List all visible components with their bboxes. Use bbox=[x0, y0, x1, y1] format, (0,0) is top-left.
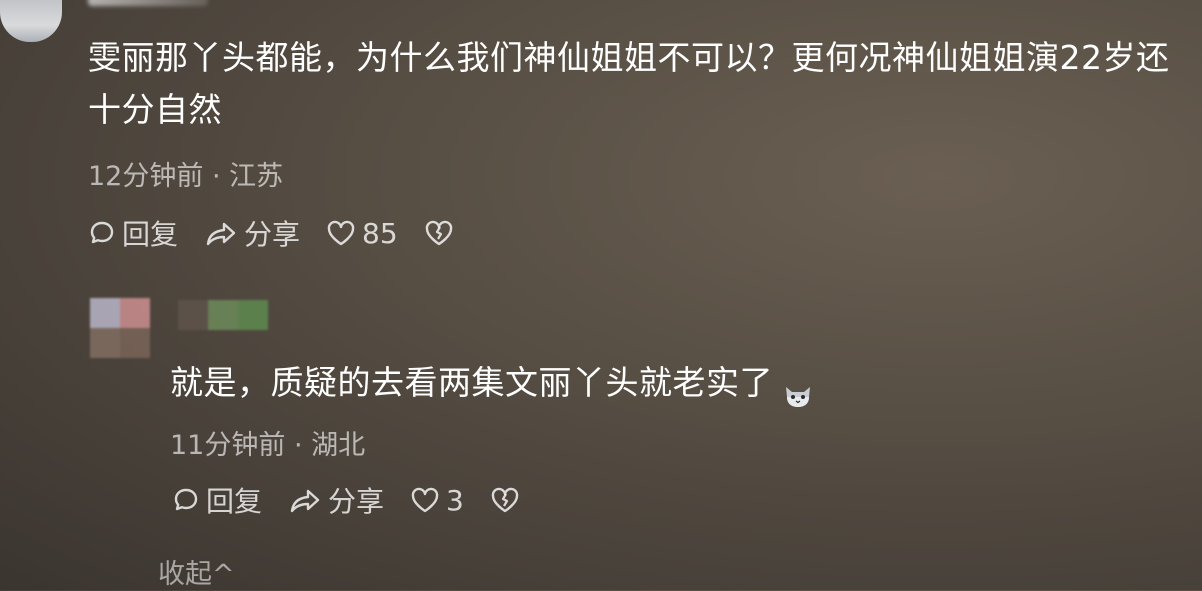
like-count: 85 bbox=[362, 216, 398, 250]
chat-bubble-icon bbox=[172, 486, 200, 514]
reply-label: 回复 bbox=[206, 485, 263, 518]
reply-button[interactable]: 回复 bbox=[88, 213, 178, 253]
share-label: 分享 bbox=[328, 485, 385, 518]
share-button[interactable]: 分享 bbox=[204, 213, 300, 253]
reply-username-blurred[interactable] bbox=[178, 300, 268, 330]
share-arrow-icon bbox=[204, 219, 238, 247]
reply-actions: 回复 分享 3 bbox=[172, 480, 520, 520]
broken-heart-icon bbox=[490, 486, 520, 514]
comment-text: 雯丽那丫头都能，为什么我们神仙姐姐不可以？更何况神仙姐姐演22岁还十分自然 bbox=[88, 38, 1170, 129]
like-count: 3 bbox=[446, 483, 464, 517]
dislike-button[interactable] bbox=[424, 219, 454, 247]
username-blurred[interactable] bbox=[88, 0, 208, 6]
reply-text-content: 就是，质疑的去看两集文丽丫头就老实了 bbox=[170, 363, 773, 402]
comment-meta: 12分钟前 · 江苏 bbox=[88, 161, 284, 192]
collapse-replies-link[interactable]: 收起^ bbox=[158, 552, 235, 591]
comment-actions: 回复 分享 85 bbox=[88, 213, 454, 253]
reply-meta: 11分钟前 · 湖北 bbox=[170, 430, 366, 461]
share-arrow-icon bbox=[288, 486, 322, 514]
share-button[interactable]: 分享 bbox=[288, 480, 384, 520]
reply-avatar[interactable] bbox=[90, 298, 150, 358]
share-label: 分享 bbox=[244, 218, 301, 251]
avatar[interactable] bbox=[0, 0, 62, 42]
heart-icon bbox=[326, 219, 356, 247]
like-button[interactable]: 3 bbox=[410, 484, 464, 517]
cat-face-emoji bbox=[783, 372, 813, 407]
reply-button[interactable]: 回复 bbox=[172, 480, 262, 520]
reply-text: 就是，质疑的去看两集文丽丫头就老实了 bbox=[170, 357, 1070, 409]
dislike-button[interactable] bbox=[490, 486, 520, 514]
broken-heart-icon bbox=[424, 219, 454, 247]
like-button[interactable]: 85 bbox=[326, 217, 398, 250]
heart-icon bbox=[410, 486, 440, 514]
chat-bubble-icon bbox=[88, 219, 116, 247]
reply-label: 回复 bbox=[122, 218, 179, 251]
